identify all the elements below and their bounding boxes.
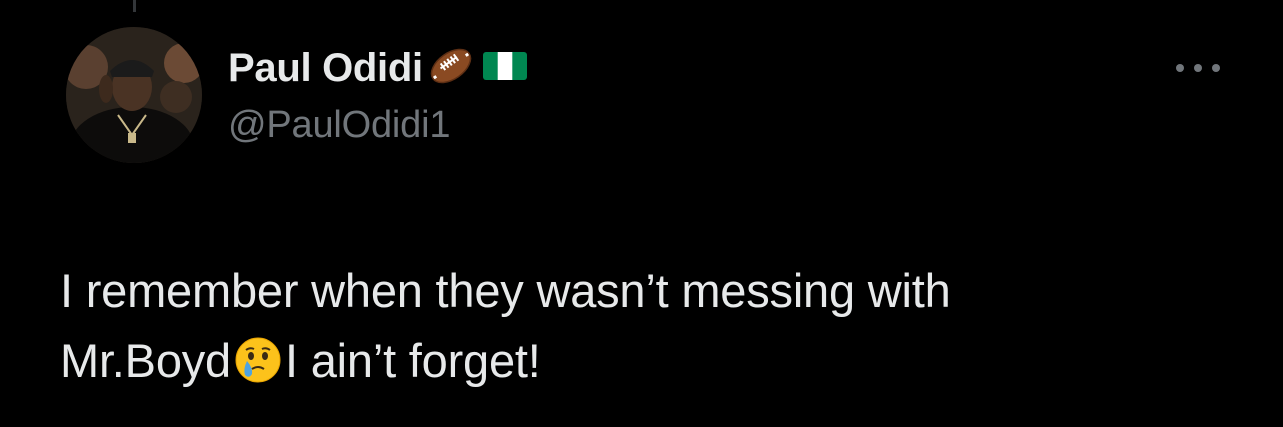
author-handle[interactable]: @PaulOdidi1 (228, 104, 450, 147)
thread-connector-line (133, 0, 136, 12)
author-name-row[interactable]: Paul Odidi (228, 40, 527, 96)
american-football-icon (427, 42, 475, 95)
tweet-text-segment: I ain’t forget! (285, 334, 541, 387)
author-display-name[interactable]: Paul Odidi (228, 46, 423, 91)
avatar[interactable] (66, 27, 202, 163)
tweet-text-line-1: I remember when they wasn’t messing with (60, 264, 951, 317)
tweet-text-segment: Mr.Boyd (60, 334, 231, 387)
more-options-button[interactable] (1176, 56, 1220, 80)
face-holding-back-tears-icon (233, 334, 283, 404)
ellipsis-icon (1176, 64, 1184, 72)
ellipsis-icon (1212, 64, 1220, 72)
ellipsis-icon (1194, 64, 1202, 72)
tweet-text: I remember when they wasn’t messing with… (60, 256, 1240, 404)
tweet-text-line-2: Mr.Boyd I ain’t forget! (60, 326, 1240, 404)
tweet-card: Paul Odidi @PaulOdidi1 I remember when t… (0, 0, 1283, 427)
nigeria-flag-icon (482, 50, 527, 87)
